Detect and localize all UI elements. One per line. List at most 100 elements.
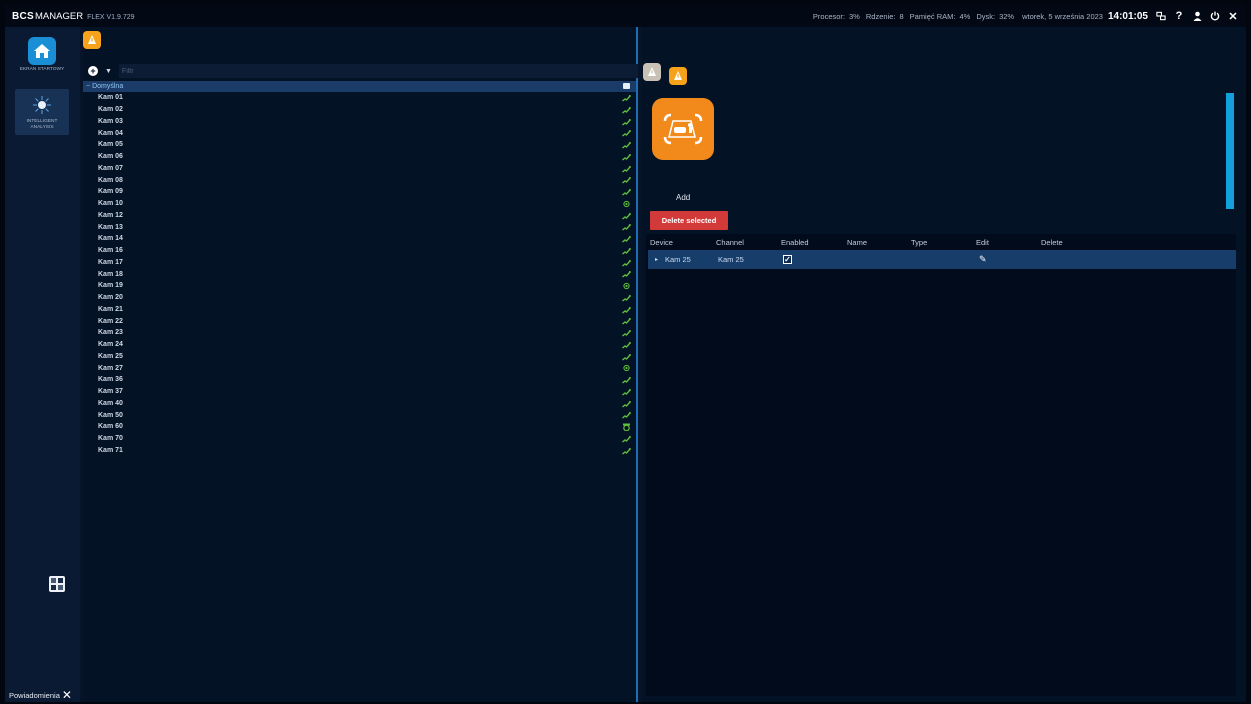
tree-item-camera[interactable]: Kam 01 (83, 92, 636, 104)
col-type[interactable]: Type (911, 238, 927, 247)
vehicle-detection-module-icon[interactable] (652, 98, 714, 160)
tree-item-camera[interactable]: Kam 03 (83, 116, 636, 128)
tree-root-group[interactable]: − Domyślna (83, 81, 636, 92)
notifications-bar[interactable]: Powiadomienia ✕ (5, 688, 80, 702)
tree-item-label: Kam 21 (98, 305, 123, 313)
tree-item-camera[interactable]: Kam 16 (83, 245, 636, 257)
clock-display: 14:01:05 (1107, 10, 1148, 22)
camera-status-online-icon (622, 317, 632, 325)
tree-item-label: Kam 16 (98, 247, 123, 255)
layout-grid-icon[interactable] (49, 576, 65, 592)
tree-item-camera[interactable]: Kam 50 (83, 409, 636, 421)
tree-item-label: Kam 36 (98, 376, 123, 384)
chevron-down-icon[interactable]: ▼ (105, 68, 112, 75)
tree-item-camera[interactable]: Kam 24 (83, 339, 636, 351)
tree-item-camera[interactable]: Kam 06 (83, 151, 636, 163)
col-channel[interactable]: Channel (716, 238, 744, 247)
tree-item-camera[interactable]: Kam 40 (83, 398, 636, 410)
tree-item-camera[interactable]: Kam 02 (83, 104, 636, 116)
table-row[interactable]: ▸ Kam 25 Kam 25 ✓ ✎ (648, 250, 1236, 269)
alarm-tab-icon[interactable] (83, 31, 101, 49)
filter-input[interactable] (118, 64, 638, 78)
cpu-label: Procesor: (812, 11, 846, 21)
tree-item-label: Kam 14 (98, 235, 123, 243)
top-bar: BCS MANAGER FLEX V1.9.729 Procesor: 3% R… (5, 5, 1246, 27)
camera-status-online-icon (622, 353, 632, 361)
alarm-tab-icon[interactable] (643, 63, 661, 81)
nav-ia-label: INTELLIGENT ANALYSIS (26, 119, 58, 130)
tree-item-camera[interactable]: Kam 05 (83, 139, 636, 151)
tree-item-camera[interactable]: Kam 13 (83, 221, 636, 233)
tree-item-label: Kam 50 (98, 411, 123, 419)
network-icon[interactable] (1156, 11, 1166, 21)
tree-item-label: Kam 03 (98, 117, 123, 125)
power-icon[interactable] (1210, 11, 1220, 21)
cell-channel: Kam 25 (718, 255, 744, 264)
camera-status-online-icon (622, 188, 632, 196)
tree-item-camera[interactable]: Kam 22 (83, 315, 636, 327)
expand-row-icon[interactable]: ▸ (655, 256, 658, 263)
col-name[interactable]: Name (847, 238, 867, 247)
camera-status-online-icon (622, 270, 632, 278)
tree-item-label: Kam 70 (98, 435, 123, 443)
left-navigation: EKRAN STARTOWY INTELLIGENT ANALYSIS Powi… (5, 27, 80, 702)
col-device[interactable]: Device (650, 238, 673, 247)
tree-item-camera[interactable]: Kam 37 (83, 386, 636, 398)
close-notifications-icon[interactable]: ✕ (62, 689, 72, 701)
tree-item-label: Kam 05 (98, 141, 123, 149)
tree-item-camera[interactable]: Kam 70 (83, 433, 636, 445)
add-icon[interactable]: + (88, 66, 98, 76)
tree-item-camera[interactable]: Kam 25 (83, 351, 636, 363)
tree-item-camera[interactable]: Kam 18 (83, 268, 636, 280)
camera-status-online-icon (622, 388, 632, 396)
tree-item-label: Kam 06 (98, 153, 123, 161)
delete-selected-button[interactable]: Delete selected (650, 211, 728, 230)
tree-item-camera[interactable]: Kam 04 (83, 127, 636, 139)
tree-item-camera[interactable]: Kam 14 (83, 233, 636, 245)
tree-item-camera[interactable]: Kam 12 (83, 210, 636, 222)
tree-item-camera[interactable]: Kam 23 (83, 327, 636, 339)
tree-item-label: Kam 18 (98, 270, 123, 278)
table-header: Device Channel Enabled Name Type Edit De… (646, 234, 1236, 250)
col-edit[interactable]: Edit (976, 238, 989, 247)
tree-item-label: Kam 40 (98, 399, 123, 407)
camera-status-online-icon (622, 129, 632, 137)
brand-logo: BCS (12, 10, 35, 22)
tree-item-camera[interactable]: Kam 17 (83, 257, 636, 269)
tree-item-camera[interactable]: Kam 21 (83, 304, 636, 316)
nav-home[interactable]: EKRAN STARTOWY (15, 37, 69, 73)
help-icon[interactable]: ? (1174, 10, 1184, 22)
tree-item-label: Kam 02 (98, 106, 123, 114)
camera-status-sensor-icon (622, 364, 631, 372)
alarm-tab-active-icon[interactable] (669, 67, 687, 85)
tree-item-camera[interactable]: Kam 60 (83, 421, 636, 433)
col-enabled[interactable]: Enabled (781, 238, 809, 247)
tree-item-label: Kam 60 (98, 423, 123, 431)
app-version: FLEX V1.9.729 (87, 13, 135, 21)
tree-item-camera[interactable]: Kam 08 (83, 174, 636, 186)
col-delete[interactable]: Delete (1041, 238, 1063, 247)
tree-item-camera[interactable]: Kam 10 (83, 198, 636, 210)
collapse-icon[interactable]: − (86, 83, 90, 90)
cell-device: Kam 25 (665, 255, 691, 264)
analysis-icon (30, 93, 54, 117)
vertical-scrollbar[interactable] (1226, 93, 1234, 209)
device-tree: − Domyślna Kam 01 Kam 02 Kam 03 Kam 04 Kam 0… (83, 81, 636, 456)
tree-item-camera[interactable]: Kam 71 (83, 445, 636, 457)
user-icon[interactable] (1192, 11, 1202, 21)
close-icon[interactable]: ✕ (1228, 10, 1238, 23)
camera-status-online-icon (622, 165, 632, 173)
camera-status-sensor-icon (622, 282, 631, 290)
enabled-checkbox[interactable]: ✓ (783, 255, 792, 264)
tree-item-camera[interactable]: Kam 07 (83, 163, 636, 175)
camera-status-online-icon (622, 118, 632, 126)
home-icon (28, 37, 56, 65)
edit-pencil-icon[interactable]: ✎ (979, 254, 987, 265)
tree-item-camera[interactable]: Kam 09 (83, 186, 636, 198)
tree-item-camera[interactable]: Kam 27 (83, 362, 636, 374)
tree-item-camera[interactable]: Kam 36 (83, 374, 636, 386)
tree-item-camera[interactable]: Kam 20 (83, 292, 636, 304)
tree-item-label: Kam 25 (98, 352, 123, 360)
tree-item-camera[interactable]: Kam 19 (83, 280, 636, 292)
nav-intelligent-analysis[interactable]: INTELLIGENT ANALYSIS (15, 89, 69, 135)
